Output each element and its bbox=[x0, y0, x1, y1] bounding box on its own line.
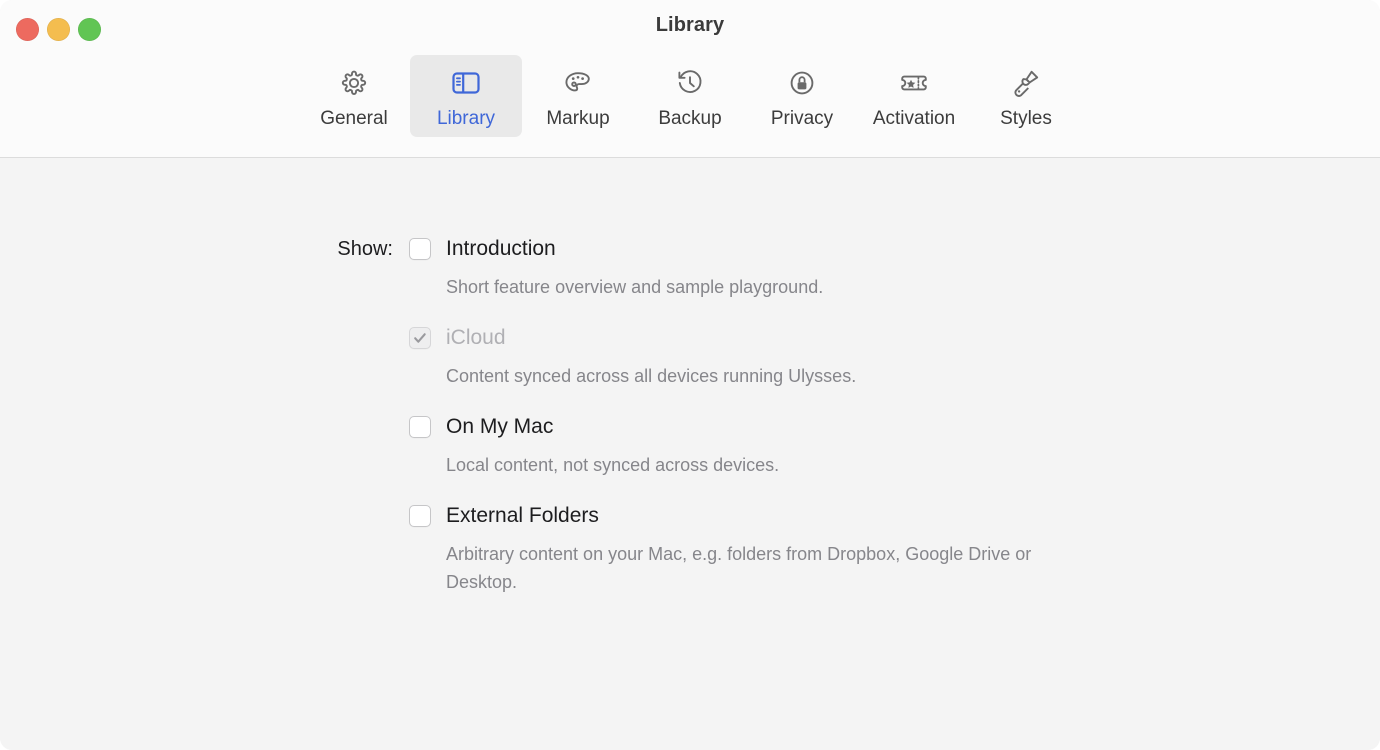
option-head: External Folders bbox=[409, 503, 1380, 529]
option-label: iCloud bbox=[446, 326, 506, 349]
tab-label: Styles bbox=[1000, 108, 1052, 129]
show-label: Show: bbox=[337, 238, 393, 260]
option-row-on-my-mac: On My Mac Local content, not synced acro… bbox=[0, 414, 1380, 479]
checkbox-external-folders[interactable] bbox=[409, 505, 431, 527]
lock-icon bbox=[783, 64, 821, 102]
option-description: Arbitrary content on your Mac, e.g. fold… bbox=[446, 544, 1032, 592]
option-description: Short feature overview and sample playgr… bbox=[446, 277, 824, 297]
option-label: On My Mac bbox=[446, 415, 554, 438]
option-description: Local content, not synced across devices… bbox=[446, 455, 780, 475]
option-row-introduction: Show: Introduction Short feature overvie… bbox=[0, 236, 1380, 301]
tab-styles[interactable]: Styles bbox=[970, 55, 1082, 137]
window-title: Library bbox=[655, 14, 725, 36]
option-row-external-folders: External Folders Arbitrary content on yo… bbox=[0, 503, 1380, 596]
option-row-icloud: iCloud Content synced across all devices… bbox=[0, 325, 1380, 390]
palette-icon bbox=[559, 64, 597, 102]
tab-label: General bbox=[320, 108, 388, 129]
preferences-toolbar: General Library Markup Backup Privacy Ac… bbox=[0, 55, 1380, 137]
ticket-icon bbox=[895, 64, 933, 102]
library-options-list: Show: Introduction Short feature overvie… bbox=[0, 236, 1380, 596]
tab-general[interactable]: General bbox=[298, 55, 410, 137]
tab-activation[interactable]: Activation bbox=[858, 55, 970, 137]
window-titlebar: Library General Library Markup Backup Pr… bbox=[0, 0, 1380, 158]
tab-library[interactable]: Library bbox=[410, 55, 522, 137]
clock-back-icon bbox=[671, 64, 709, 102]
paintbrush-icon bbox=[1007, 64, 1045, 102]
tab-label: Library bbox=[436, 108, 496, 129]
option-head: iCloud bbox=[409, 325, 1380, 351]
option-label: External Folders bbox=[446, 504, 599, 527]
gear-icon bbox=[335, 64, 373, 102]
tab-label: Activation bbox=[872, 108, 956, 129]
checkbox-introduction[interactable] bbox=[409, 238, 431, 260]
checkbox-icloud bbox=[409, 327, 431, 349]
option-label: Introduction bbox=[446, 237, 556, 260]
option-head: Introduction bbox=[409, 236, 1380, 262]
tab-label: Backup bbox=[658, 108, 722, 129]
checkbox-on-my-mac[interactable] bbox=[409, 416, 431, 438]
option-description: Content synced across all devices runnin… bbox=[446, 366, 857, 386]
checkmark-icon bbox=[414, 333, 426, 343]
tab-label: Privacy bbox=[770, 108, 834, 129]
tab-backup[interactable]: Backup bbox=[634, 55, 746, 137]
preferences-window: Library General Library Markup Backup Pr… bbox=[0, 0, 1380, 750]
library-icon bbox=[447, 64, 485, 102]
preferences-content: Show: Introduction Short feature overvie… bbox=[0, 158, 1380, 750]
option-head: On My Mac bbox=[409, 414, 1380, 440]
tab-markup[interactable]: Markup bbox=[522, 55, 634, 137]
tab-privacy[interactable]: Privacy bbox=[746, 55, 858, 137]
tab-label: Markup bbox=[546, 108, 610, 129]
